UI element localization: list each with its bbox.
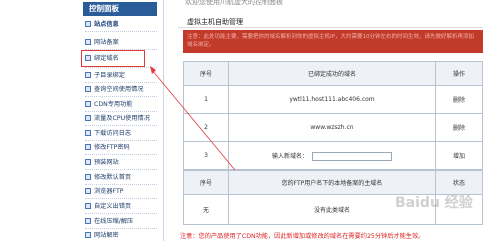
- sidebar-header-label: 控制面板: [89, 4, 119, 13]
- notice-banner: 注意：此处功能主要，需要把你的域名解析到你的虚拟主机IP，大约需要10分钟左右的…: [183, 30, 483, 53]
- highlight-box: [81, 50, 145, 67]
- sidebar-item-site-info[interactable]: 站点信息: [83, 19, 160, 30]
- new-domain-input[interactable]: [312, 151, 392, 161]
- row-number: 2: [183, 113, 229, 142]
- bullet-icon: [85, 174, 91, 180]
- column-header: 序号: [183, 61, 229, 86]
- sidebar-item-default-page[interactable]: 修改默认首页: [83, 172, 160, 183]
- bullet-icon: [85, 86, 91, 92]
- domain-cell: www.wzszh.cn: [228, 113, 436, 142]
- sidebar-item-browser-ftp[interactable]: 浏览器FTP: [83, 186, 160, 197]
- bullet-icon: [85, 21, 91, 27]
- sidebar-item-site-record[interactable]: 网站备案: [83, 37, 160, 48]
- table-row: 1 ywtl11.host111.abc406.com 删除: [183, 85, 483, 114]
- sidebar-item-preinstall[interactable]: 预装网站: [83, 157, 160, 168]
- column-header: 状态: [435, 170, 483, 195]
- sidebar-item-zip[interactable]: 在线压缩/解压: [83, 216, 160, 227]
- new-domain-cell: 输入新域名：: [228, 141, 436, 170]
- bullet-icon: [85, 218, 91, 224]
- delete-link[interactable]: 删除: [435, 113, 483, 142]
- table-row: 3 输入新域名： 增加: [183, 141, 483, 170]
- bullet-icon: [85, 188, 91, 194]
- row-number: 无: [183, 194, 229, 225]
- column-header: 操作: [435, 61, 483, 86]
- sidebar-item-cdn[interactable]: CDN专用功能: [83, 99, 160, 110]
- sidebar-item-space-usage[interactable]: 查询空间使用情况: [83, 84, 160, 95]
- sidebar-item-ftp-password[interactable]: 修改FTP密码: [83, 142, 160, 153]
- bullet-icon: [85, 144, 91, 150]
- sidebar: 控制面板 站点信息 网站备案 绑定域名 子目录绑定 查询空间使用情况 CDN专用…: [0, 0, 164, 241]
- bullet-icon: [85, 72, 91, 78]
- bullet-icon: [85, 130, 91, 136]
- column-header: 已绑定成功的域名: [228, 61, 436, 86]
- table-row: 2 www.wzszh.cn 删除: [183, 113, 483, 142]
- bullet-icon: [85, 203, 91, 209]
- footer-note: 注意：您的产品使用了CDN功能，因此新增加或修改的域名在需要约25分钟后才能生效…: [180, 233, 425, 240]
- table-header-row: 序号 您的FTP用户名下的本地备案的主域名 状态: [183, 170, 483, 195]
- sidebar-item-traffic-cpu[interactable]: 流量及CPU使用情况: [83, 113, 160, 124]
- row-number: 3: [183, 141, 229, 170]
- sidebar-item-site-decrypt[interactable]: 网站解密: [83, 230, 160, 241]
- column-header: 序号: [183, 170, 229, 195]
- sidebar-header: 控制面板: [83, 2, 157, 16]
- bullet-icon: [85, 232, 91, 238]
- watermark: Baidu 经验: [395, 195, 473, 211]
- table-header-row: 序号 已绑定成功的域名 操作: [183, 61, 483, 86]
- bullet-icon: [85, 115, 91, 121]
- domain-cell: ywtl11.host111.abc406.com: [228, 85, 436, 114]
- bullet-icon: [85, 159, 91, 165]
- sidebar-item-download-log[interactable]: 下载访问日志: [83, 128, 160, 139]
- column-header: 您的FTP用户名下的本地备案的主域名: [228, 170, 436, 195]
- sidebar-item-error-page[interactable]: 自定义出错页: [83, 201, 160, 212]
- bullet-icon: [85, 101, 91, 107]
- bound-domains-table: 序号 已绑定成功的域名 操作 1 ywtl11.host111.abc406.c…: [183, 61, 483, 170]
- delete-link[interactable]: 删除: [435, 85, 483, 114]
- bullet-icon: [85, 39, 91, 45]
- row-number: 1: [183, 85, 229, 114]
- new-domain-label: 输入新域名：: [271, 152, 308, 160]
- page-title: 虚拟主机自助管理: [178, 17, 483, 28]
- welcome-text: 欢迎您使用川航虚大的控制面板: [185, 0, 283, 6]
- add-link[interactable]: 增加: [435, 141, 483, 170]
- sidebar-item-subdir-bind[interactable]: 子目录绑定: [83, 70, 160, 81]
